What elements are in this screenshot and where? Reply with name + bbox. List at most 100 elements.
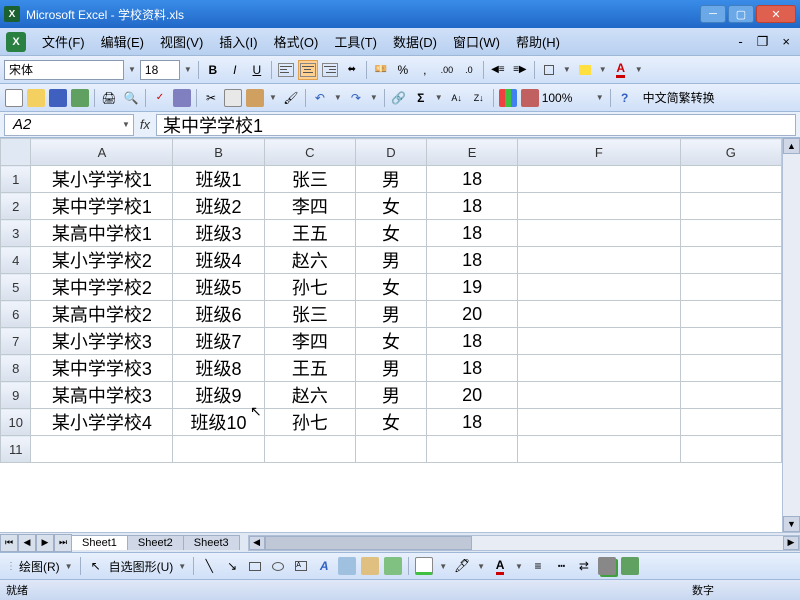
chevron-down-icon[interactable]: ▼ xyxy=(597,65,609,74)
cell[interactable]: 某中学学校1 xyxy=(31,193,173,220)
cell[interactable]: 班级3 xyxy=(173,220,264,247)
cell[interactable] xyxy=(518,220,680,247)
clipart-button[interactable] xyxy=(360,556,380,576)
sheet-tab[interactable]: Sheet3 xyxy=(183,535,240,550)
cell[interactable]: 班级4 xyxy=(173,247,264,274)
tab-next-button[interactable]: ▶ xyxy=(36,534,54,552)
sort-asc-button[interactable]: A↓ xyxy=(447,88,467,108)
formula-bar[interactable]: 某中学学校1 xyxy=(156,114,796,136)
cell[interactable] xyxy=(680,355,781,382)
arrow-button[interactable]: ↘ xyxy=(222,556,242,576)
decrease-decimal-button[interactable]: .0 xyxy=(459,60,479,80)
cell[interactable]: 班级10 xyxy=(173,409,264,436)
autoshapes-menu[interactable]: 自选图形(U) xyxy=(109,558,174,575)
name-box[interactable]: A2 xyxy=(4,114,134,136)
cell[interactable]: 18 xyxy=(426,355,517,382)
cell[interactable] xyxy=(518,409,680,436)
3d-button[interactable] xyxy=(620,556,640,576)
chevron-down-icon[interactable]: ▼ xyxy=(176,562,188,571)
fill-color-button[interactable] xyxy=(575,60,595,80)
chevron-down-icon[interactable]: ▼ xyxy=(433,93,445,102)
menu-edit[interactable]: 编辑(E) xyxy=(93,30,152,53)
menu-view[interactable]: 视图(V) xyxy=(152,30,211,53)
row-header[interactable]: 2 xyxy=(1,193,31,220)
dash-style-button[interactable]: ┅ xyxy=(551,556,571,576)
cell[interactable] xyxy=(680,274,781,301)
cell[interactable]: 王五 xyxy=(264,220,355,247)
scroll-up-button[interactable]: ▲ xyxy=(783,138,800,154)
cell[interactable] xyxy=(518,382,680,409)
chevron-down-icon[interactable]: ▼ xyxy=(332,93,344,102)
cell[interactable] xyxy=(173,436,264,463)
tab-prev-button[interactable]: ◀ xyxy=(18,534,36,552)
cell[interactable] xyxy=(680,301,781,328)
cell[interactable] xyxy=(355,436,426,463)
chevron-down-icon[interactable]: ▼ xyxy=(120,120,132,129)
cell[interactable]: 孙七 xyxy=(264,274,355,301)
cell[interactable]: 18 xyxy=(426,220,517,247)
cell[interactable]: 某高中学校3 xyxy=(31,382,173,409)
cell[interactable]: 班级7 xyxy=(173,328,264,355)
titlebar[interactable]: X Microsoft Excel - 学校资料.xls ─ ▢ ✕ xyxy=(0,0,800,28)
cell[interactable]: 18 xyxy=(426,166,517,193)
cell[interactable]: 19 xyxy=(426,274,517,301)
cell[interactable] xyxy=(518,274,680,301)
bold-button[interactable]: B xyxy=(203,60,223,80)
doc-close-button[interactable]: × xyxy=(778,34,794,50)
cell[interactable] xyxy=(518,301,680,328)
cell[interactable]: 女 xyxy=(355,193,426,220)
cell[interactable]: 20 xyxy=(426,382,517,409)
menu-insert[interactable]: 插入(I) xyxy=(211,30,265,53)
comma-button[interactable]: , xyxy=(415,60,435,80)
cell[interactable]: 男 xyxy=(355,382,426,409)
picture-button[interactable] xyxy=(383,556,403,576)
chevron-down-icon[interactable]: ▼ xyxy=(126,65,138,74)
sort-desc-button[interactable]: Z↓ xyxy=(469,88,489,108)
font-name-selector[interactable]: 宋体 xyxy=(4,60,124,80)
cell[interactable]: 某高中学校2 xyxy=(31,301,173,328)
spelling-button[interactable]: ✓ xyxy=(150,88,170,108)
menu-help[interactable]: 帮助(H) xyxy=(508,30,568,53)
cell[interactable]: 某中学学校2 xyxy=(31,274,173,301)
research-button[interactable] xyxy=(172,88,192,108)
cell[interactable] xyxy=(518,436,680,463)
cell[interactable]: 班级9 xyxy=(173,382,264,409)
vertical-scrollbar[interactable]: ▲ ▼ xyxy=(782,138,800,532)
cell[interactable]: 张三 xyxy=(264,166,355,193)
menu-format[interactable]: 格式(O) xyxy=(266,30,327,53)
font-size-selector[interactable]: 18 xyxy=(140,60,180,80)
fill-color-button[interactable] xyxy=(414,556,434,576)
chevron-down-icon[interactable]: ▼ xyxy=(368,93,380,102)
cell[interactable]: 王五 xyxy=(264,355,355,382)
maximize-button[interactable]: ▢ xyxy=(728,5,754,23)
align-left-button[interactable] xyxy=(276,60,296,80)
cell[interactable]: 女 xyxy=(355,328,426,355)
shadow-button[interactable] xyxy=(597,556,617,576)
cell[interactable]: 某高中学校1 xyxy=(31,220,173,247)
print-preview-button[interactable]: 🔍 xyxy=(121,88,141,108)
horizontal-scrollbar[interactable]: ◀ ▶ xyxy=(248,535,800,551)
row-header[interactable]: 10 xyxy=(1,409,31,436)
hyperlink-button[interactable]: 🔗 xyxy=(389,88,409,108)
menu-tools[interactable]: 工具(T) xyxy=(326,30,385,53)
menu-window[interactable]: 窗口(W) xyxy=(445,30,508,53)
align-right-button[interactable] xyxy=(320,60,340,80)
menu-file[interactable]: 文件(F) xyxy=(34,30,93,53)
cell[interactable] xyxy=(426,436,517,463)
close-button[interactable]: ✕ xyxy=(756,5,796,23)
cell[interactable] xyxy=(264,436,355,463)
cell[interactable]: 18 xyxy=(426,328,517,355)
convert-button[interactable]: 中文简繁转换 xyxy=(637,89,721,106)
chevron-down-icon[interactable]: ▼ xyxy=(633,65,645,74)
chevron-down-icon[interactable]: ▼ xyxy=(267,93,279,102)
cell[interactable] xyxy=(680,409,781,436)
align-center-button[interactable] xyxy=(298,60,318,80)
cell[interactable]: 20 xyxy=(426,301,517,328)
cell[interactable] xyxy=(680,220,781,247)
cell[interactable]: 班级8 xyxy=(173,355,264,382)
help-button[interactable]: ? xyxy=(615,88,635,108)
scroll-left-button[interactable]: ◀ xyxy=(249,536,265,550)
cut-button[interactable]: ✂ xyxy=(201,88,221,108)
autosum-button[interactable]: Σ xyxy=(411,88,431,108)
undo-button[interactable]: ↶ xyxy=(310,88,330,108)
